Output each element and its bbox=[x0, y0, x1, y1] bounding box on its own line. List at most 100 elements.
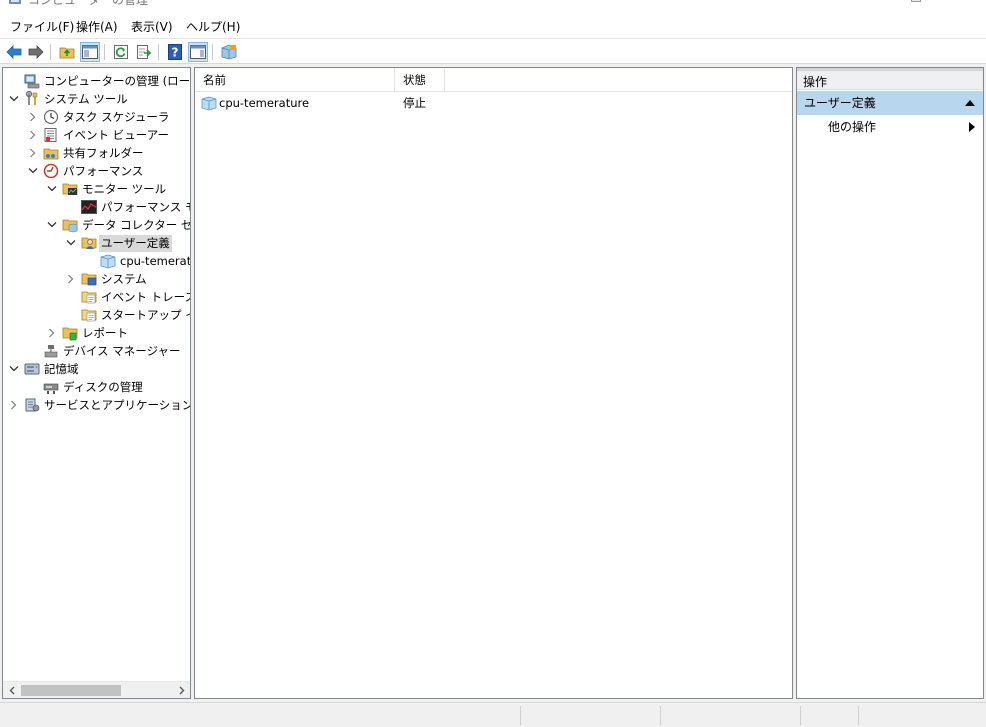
menu-file[interactable]: ファイル(F) bbox=[10, 18, 74, 35]
action-pane: 操作 ユーザー定義 他の操作 bbox=[796, 67, 984, 699]
back-button[interactable] bbox=[4, 42, 24, 62]
tree-item-label: データ コレクター セット bbox=[82, 217, 190, 232]
toolbar-separator bbox=[212, 44, 213, 60]
action-section-user-defined[interactable]: ユーザー定義 bbox=[797, 91, 983, 115]
help-icon: ? bbox=[168, 44, 182, 60]
close-button[interactable]: ✕ bbox=[952, 0, 972, 5]
expand-chevron-icon[interactable] bbox=[43, 324, 61, 342]
collapse-chevron-icon[interactable] bbox=[43, 216, 61, 234]
expand-chevron-icon[interactable] bbox=[24, 126, 42, 144]
column-header-name[interactable]: 名前 bbox=[195, 68, 395, 92]
tree-item[interactable]: タスク スケジューラ bbox=[24, 108, 171, 126]
show-hide-console-tree-button[interactable] bbox=[80, 42, 100, 62]
scroll-thumb[interactable] bbox=[21, 685, 121, 696]
expand-chevron-icon[interactable] bbox=[5, 396, 23, 414]
tree-item-label: cpu-temeratu bbox=[120, 253, 191, 268]
menu-help[interactable]: ヘルプ(H) bbox=[186, 18, 240, 35]
status-divider bbox=[800, 706, 801, 725]
main-frame: コンピューターの管理 (ローカル) システム ツールタスク スケジューライベント … bbox=[0, 64, 986, 702]
collapse-chevron-icon[interactable] bbox=[62, 234, 80, 252]
event-viewer-icon bbox=[42, 127, 59, 144]
up-one-level-button[interactable] bbox=[57, 42, 77, 62]
forward-arrow-icon bbox=[28, 45, 44, 59]
tree-item[interactable]: 共有フォルダー bbox=[24, 144, 146, 162]
menu-action[interactable]: 操作(A) bbox=[76, 18, 118, 35]
tree-item-label: イベント ビューアー bbox=[63, 127, 170, 142]
help-button[interactable]: ? bbox=[165, 42, 185, 62]
tree-item[interactable]: システム ツール bbox=[5, 90, 130, 108]
maximize-button[interactable]: □ bbox=[906, 0, 926, 5]
list-header: 名前 状態 bbox=[195, 68, 792, 92]
tree-item[interactable]: コンピューターの管理 (ローカル) bbox=[5, 72, 191, 90]
tree-item[interactable]: レポート bbox=[43, 324, 130, 342]
menu-bar: ファイル(F) 操作(A) 表示(V) ヘルプ(H) bbox=[0, 14, 986, 38]
expand-chevron-icon[interactable] bbox=[62, 270, 80, 288]
tree-item[interactable]: イベント トレース セ bbox=[62, 288, 190, 306]
status-bar bbox=[0, 702, 986, 727]
column-header-status[interactable]: 状態 bbox=[395, 68, 445, 92]
tree-item-label: サービスとアプリケーション bbox=[44, 397, 191, 412]
show-hide-action-pane-button[interactable] bbox=[188, 42, 208, 62]
console-tree-icon bbox=[82, 45, 98, 59]
tree-horizontal-scrollbar[interactable] bbox=[3, 681, 190, 698]
action-pane-header: 操作 bbox=[797, 68, 983, 90]
status-divider bbox=[858, 706, 859, 725]
trace-folder-icon bbox=[80, 307, 97, 324]
collector-set-properties-icon bbox=[221, 44, 237, 60]
row-name-cell: cpu-temerature bbox=[201, 94, 309, 112]
action-section-label: ユーザー定義 bbox=[804, 96, 876, 110]
collector-set-icon bbox=[99, 253, 116, 270]
folder-collector-icon bbox=[61, 217, 78, 234]
tree-item-label: レポート bbox=[82, 325, 128, 340]
tree-item[interactable]: モニター ツール bbox=[43, 180, 168, 198]
tree-item[interactable]: ディスクの管理 bbox=[24, 378, 145, 396]
tree-item-label: コンピューターの管理 (ローカル) bbox=[44, 73, 191, 88]
disk-management-icon bbox=[42, 379, 59, 396]
tree-item[interactable]: イベント ビューアー bbox=[24, 126, 171, 144]
user-defined-icon bbox=[80, 235, 97, 252]
folder-monitor-icon bbox=[61, 181, 78, 198]
forward-button[interactable] bbox=[26, 42, 46, 62]
services-icon bbox=[23, 397, 40, 414]
device-manager-icon bbox=[42, 343, 59, 360]
performance-icon bbox=[42, 163, 59, 180]
tree-item[interactable]: 記憶域 bbox=[5, 360, 81, 378]
system-collector-icon bbox=[80, 271, 97, 288]
collapse-chevron-icon[interactable] bbox=[43, 180, 61, 198]
expand-chevron-icon[interactable] bbox=[24, 108, 42, 126]
scroll-left-icon[interactable] bbox=[5, 684, 19, 697]
collapse-chevron-icon[interactable] bbox=[5, 90, 23, 108]
table-row[interactable]: cpu-temerature 停止 bbox=[195, 94, 792, 112]
folder-up-icon bbox=[59, 47, 75, 59]
title-bar: コンピューターの管理 □ ✕ bbox=[0, 0, 986, 7]
tree-item[interactable]: デバイス マネージャー bbox=[24, 342, 183, 360]
tree-item[interactable]: cpu-temeratu bbox=[81, 252, 191, 270]
tree-item[interactable]: データ コレクター セット bbox=[43, 216, 190, 234]
tree-item[interactable]: システム bbox=[62, 270, 149, 288]
refresh-button[interactable] bbox=[111, 42, 131, 62]
menu-view[interactable]: 表示(V) bbox=[131, 18, 173, 35]
collapse-chevron-icon[interactable] bbox=[5, 360, 23, 378]
status-divider bbox=[660, 706, 661, 725]
export-list-button[interactable] bbox=[134, 42, 154, 62]
tree-item[interactable]: パフォーマンス モニタ bbox=[62, 198, 190, 216]
tree-item[interactable]: ユーザー定義 bbox=[62, 234, 172, 252]
tree-item[interactable]: サービスとアプリケーション bbox=[5, 396, 191, 414]
tree-item[interactable]: パフォーマンス bbox=[24, 162, 145, 180]
tree-item[interactable]: スタートアップ イベン bbox=[62, 306, 190, 324]
refresh-icon bbox=[114, 45, 128, 59]
expand-chevron-icon[interactable] bbox=[24, 144, 42, 162]
properties-button[interactable] bbox=[219, 42, 239, 62]
row-name: cpu-temerature bbox=[219, 96, 310, 110]
tree-item-label: イベント トレース セ bbox=[101, 289, 190, 304]
back-arrow-icon bbox=[6, 45, 22, 59]
collapse-chevron-icon[interactable] bbox=[24, 162, 42, 180]
scroll-right-icon[interactable] bbox=[175, 684, 189, 697]
action-other-operations[interactable]: 他の操作 bbox=[797, 116, 983, 138]
results-pane: 名前 状態 cpu-temerature 停止 bbox=[194, 67, 793, 699]
window-title: コンピューターの管理 bbox=[28, 0, 149, 7]
status-divider bbox=[520, 706, 521, 725]
tree-item-label: パフォーマンス モニタ bbox=[101, 199, 190, 214]
